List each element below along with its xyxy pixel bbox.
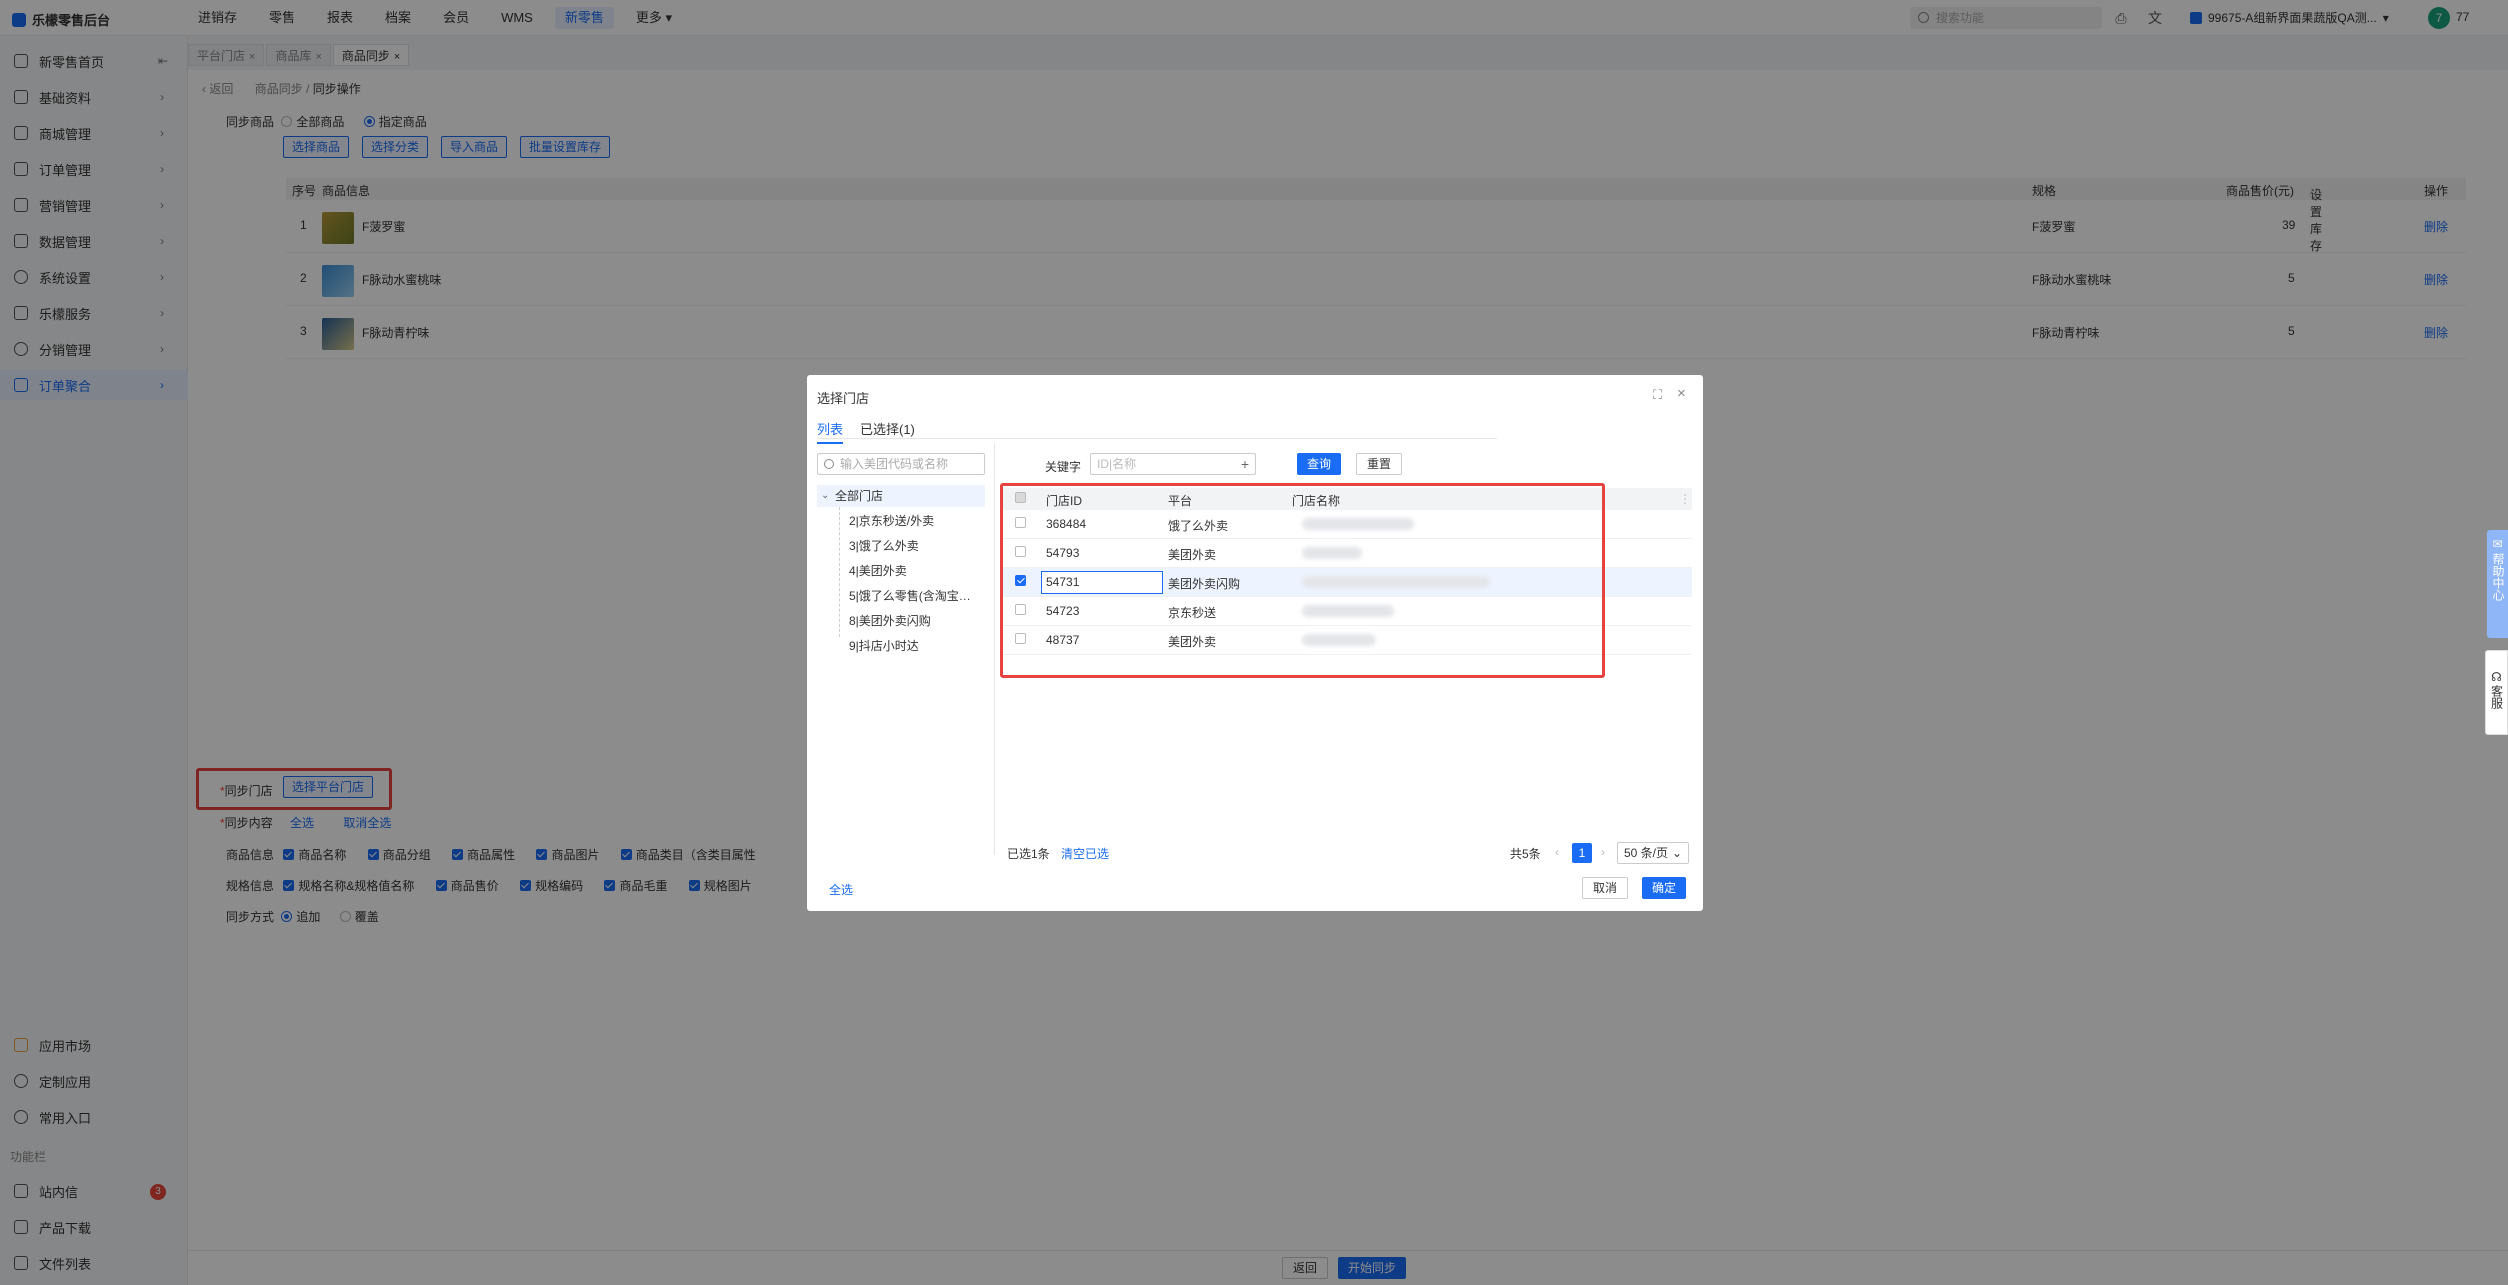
tree-item[interactable]: 8|美团外卖闪购	[849, 612, 979, 629]
dialog-tabs: 列表 已选择(1)	[817, 417, 1497, 444]
selected-count: 已选1条	[1007, 847, 1050, 861]
chevron-down-icon: ⌄	[1671, 846, 1682, 860]
tab-selected[interactable]: 已选择(1)	[860, 419, 915, 438]
page-size-value: 50 条/页	[1624, 846, 1669, 860]
clear-selection-link[interactable]: 清空已选	[1061, 847, 1109, 861]
reset-button[interactable]: 重置	[1356, 453, 1403, 475]
store-tree-panel: 输入美团代码或名称 ⌄ 全部门店 2|京东秒送/外卖 3|饿了么外卖 4|美团外…	[817, 443, 995, 855]
total-count: 共5条	[1510, 847, 1541, 861]
page-number-active[interactable]: 1	[1572, 843, 1592, 863]
keyword-label: 关键字	[1045, 460, 1082, 474]
plus-icon[interactable]: +	[1241, 454, 1249, 474]
tree-item[interactable]: 9|抖店小时达	[849, 637, 979, 654]
prev-page-icon[interactable]: ‹	[1555, 845, 1559, 859]
caret-down-icon[interactable]: ⌄	[821, 485, 829, 507]
next-page-icon[interactable]: ›	[1601, 845, 1605, 859]
highlight-store-table	[1000, 483, 1605, 678]
fullscreen-icon[interactable]: ⛶	[1653, 387, 1662, 403]
dialog-select-all-link[interactable]: 全选	[829, 881, 853, 898]
help-center-button[interactable]: ✉ 帮助中心	[2487, 530, 2508, 638]
column-settings-icon[interactable]: ⋮	[1679, 492, 1691, 506]
tree-search-input[interactable]: 输入美团代码或名称	[817, 453, 985, 475]
tree-item[interactable]: 4|美团外卖	[849, 562, 979, 579]
tab-list[interactable]: 列表	[817, 419, 844, 444]
tree-item[interactable]: 3|饿了么外卖	[849, 537, 979, 554]
tree-item[interactable]: 5|饿了么零售(含淘宝闪购)	[849, 587, 979, 604]
help-icon: ✉	[2492, 537, 2503, 551]
service-label: 客服	[2489, 685, 2504, 709]
customer-service-button[interactable]: ☊ 客服	[2485, 650, 2508, 735]
tree-root-label: 全部门店	[835, 489, 884, 503]
close-icon[interactable]: ×	[1677, 385, 1686, 402]
search-icon	[824, 459, 834, 469]
select-store-dialog: 选择门店 ⛶ × 列表 已选择(1) 输入美团代码或名称 ⌄ 全部门店 2|京东…	[807, 375, 1703, 911]
confirm-button[interactable]: 确定	[1642, 877, 1687, 899]
page-size-select[interactable]: 50 条/页 ⌄	[1617, 842, 1689, 864]
headset-icon: ☊	[2491, 670, 2502, 684]
selection-summary: 已选1条 清空已选	[1007, 845, 1109, 862]
tree-item[interactable]: 2|京东秒送/外卖	[849, 512, 979, 529]
keyword-input[interactable]: ID|名称 +	[1090, 453, 1256, 475]
tree-guide-line	[839, 507, 840, 637]
tree-root-all-stores[interactable]: ⌄ 全部门店	[817, 485, 985, 507]
keyword-placeholder: ID|名称	[1097, 457, 1137, 471]
cancel-button[interactable]: 取消	[1582, 877, 1629, 899]
query-button[interactable]: 查询	[1297, 453, 1342, 475]
dialog-title: 选择门店	[817, 391, 870, 406]
help-label: 帮助中心	[2491, 553, 2505, 601]
tree-search-placeholder: 输入美团代码或名称	[840, 457, 949, 471]
